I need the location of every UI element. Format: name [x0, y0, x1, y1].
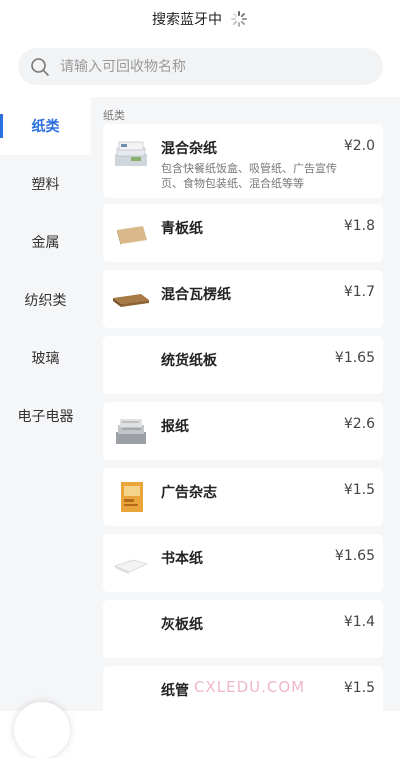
- list-item[interactable]: 混合瓦楞纸 ¥1.7: [103, 270, 383, 328]
- list-item[interactable]: 灰板纸 ¥1.4: [103, 600, 383, 658]
- item-price: ¥1.65: [334, 350, 375, 366]
- watermark: CXLEDU.COM: [194, 678, 306, 696]
- item-name: 纸管: [161, 683, 189, 699]
- item-name: 青板纸: [161, 221, 203, 237]
- item-list: 纸类 混合杂纸 ¥2.0 包含快餐纸饭盒、吸管纸、广告宣传页、食物包装纸、混合纸…: [91, 97, 400, 711]
- magazine-icon: [121, 482, 143, 512]
- book-paper-icon: [114, 559, 148, 574]
- cardboard-sheets-icon: [117, 226, 147, 246]
- item-name: 混合瓦楞纸: [161, 287, 231, 303]
- sidebar-item-label: 纸类: [31, 119, 60, 135]
- bluetooth-status-text: 搜索蓝牙中: [152, 11, 222, 28]
- search-area: [0, 37, 400, 97]
- item-price: ¥2.6: [343, 416, 375, 432]
- item-price: ¥1.5: [343, 482, 375, 498]
- sidebar-item-paper[interactable]: 纸类: [0, 97, 91, 155]
- list-item[interactable]: 统货纸板 ¥1.65: [103, 336, 383, 394]
- sidebar-item-plastic[interactable]: 塑料: [0, 155, 91, 213]
- sidebar-item-label: 塑料: [31, 177, 60, 193]
- sidebar-item-textile[interactable]: 纺织类: [0, 271, 91, 329]
- search-box[interactable]: [18, 48, 383, 85]
- search-input[interactable]: [58, 57, 362, 76]
- item-name: 统货纸板: [161, 353, 217, 369]
- sidebar-item-label: 纺织类: [24, 293, 67, 309]
- sidebar-item-glass[interactable]: 玻璃: [0, 329, 91, 387]
- sidebar-item-metal[interactable]: 金属: [0, 213, 91, 271]
- item-price: ¥1.4: [343, 614, 375, 630]
- item-price: ¥1.7: [343, 284, 375, 300]
- newspaper-icon: [116, 419, 146, 444]
- list-item[interactable]: 混合杂纸 ¥2.0 包含快餐纸饭盒、吸管纸、广告宣传页、食物包装纸、混合纸等等: [103, 124, 383, 198]
- item-name: 报纸: [161, 419, 189, 435]
- item-name: 混合杂纸: [161, 141, 217, 157]
- item-name: 广告杂志: [161, 485, 217, 501]
- item-name: 灰板纸: [161, 617, 203, 633]
- search-icon: [31, 57, 49, 76]
- loading-spinner-icon: [230, 10, 248, 28]
- item-price: ¥1.5: [343, 680, 375, 696]
- item-description: 包含快餐纸饭盒、吸管纸、广告宣传页、食物包装纸、混合纸等等: [161, 162, 337, 190]
- section-title: 纸类: [103, 109, 125, 122]
- list-item[interactable]: 书本纸 ¥1.65: [103, 534, 383, 592]
- list-item[interactable]: 青板纸 ¥1.8: [103, 204, 383, 262]
- status-bar: 搜索蓝牙中: [0, 0, 400, 37]
- item-name: 书本纸: [161, 551, 203, 567]
- sidebar-item-electronics[interactable]: 电子电器: [0, 387, 91, 445]
- newspaper-stack-icon: [115, 141, 147, 166]
- sidebar-item-label: 电子电器: [17, 409, 74, 425]
- list-item[interactable]: 报纸 ¥2.6: [103, 402, 383, 460]
- floating-action-button[interactable]: [14, 702, 70, 758]
- corrugated-board-icon: [113, 294, 149, 307]
- item-price: ¥2.0: [343, 138, 375, 154]
- sidebar-item-label: 玻璃: [31, 351, 60, 367]
- sidebar-item-label: 金属: [31, 235, 60, 251]
- list-item[interactable]: 广告杂志 ¥1.5: [103, 468, 383, 526]
- category-sidebar: 纸类 塑料 金属 纺织类 玻璃 电子电器: [0, 97, 91, 711]
- item-price: ¥1.65: [334, 548, 375, 564]
- item-price: ¥1.8: [343, 218, 375, 234]
